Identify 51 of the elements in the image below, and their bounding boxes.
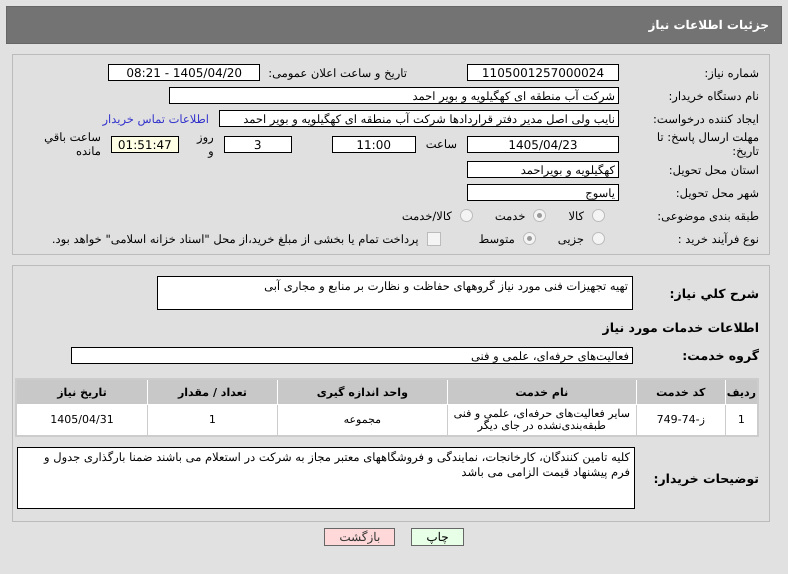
checkbox[interactable] xyxy=(426,232,441,246)
remaining-label: ساعت باقي مانده xyxy=(43,130,101,158)
radio-button[interactable] xyxy=(460,209,473,222)
radio-label: خدمت xyxy=(494,208,526,222)
radio-label: کالا xyxy=(568,208,584,222)
creator-field: نایب ولی اصل مدیر دفتر قراردادها شرکت آب منطقه ای کهگیلویه و بویر احمد xyxy=(219,110,619,127)
radio-label: جزیی xyxy=(558,232,584,246)
need-number-field: 1105001257000024 xyxy=(467,64,619,81)
province-field: کهگیلویه و بویراحمد xyxy=(467,161,619,178)
field-label: مهلت ارسال پاسخ: تا تاریخ: xyxy=(656,130,760,158)
radio-button[interactable] xyxy=(533,209,546,222)
description-field: تهیه تجهیزات فنی مورد نیاز گروههای حفاظت و نظارت بر منابع و مجاری آبی xyxy=(157,276,633,310)
deadline-date-field: 1405/04/23 xyxy=(467,136,619,152)
days-field: 3 xyxy=(224,136,292,152)
field-label: طبقه بندی موضوعی: xyxy=(656,208,760,222)
checkbox-label: پرداخت تمام یا بخشی از مبلغ خرید،از محل "اسناد خزانه اسلامی" خواهد بود. xyxy=(52,232,419,246)
column-header: تعداد / مقدار xyxy=(148,379,278,404)
announce-date-field: 1405/04/20 - 08:21 xyxy=(108,64,260,81)
deadline-time-field: 11:00 xyxy=(332,136,416,152)
print-button[interactable]: چاپ xyxy=(411,528,464,546)
field-label: توضیحات خریدار: xyxy=(652,470,760,486)
column-header: کد خدمت xyxy=(636,379,726,404)
time-label: ساعت xyxy=(426,137,457,151)
section-title: اطلاعات خدمات مورد نیاز xyxy=(602,320,760,335)
buyer-field: شرکت آب منطقه ای کهگیلویه و بویر احمد xyxy=(169,87,619,104)
radio-label: کالا/خدمت xyxy=(402,208,452,222)
field-label: گروه خدمت: xyxy=(681,348,760,363)
page-title: جزئیات اطلاعات نیاز xyxy=(648,18,769,32)
city-field: یاسوج xyxy=(467,184,619,201)
buyer-contact-link[interactable]: اطلاعات تماس خریدار xyxy=(102,112,209,126)
radio-button[interactable] xyxy=(522,232,536,245)
field-label: استان محل تحویل: xyxy=(668,162,760,176)
field-label: شرح کلي نیاز: xyxy=(668,286,760,300)
service-group-field: فعالیت‌های حرفه‌ای، علمی و فنی xyxy=(71,347,633,364)
back-button[interactable]: بازگشت xyxy=(324,528,396,546)
field-label: نام دستگاه خریدار: xyxy=(667,88,760,102)
column-header: ردیف xyxy=(725,379,758,404)
radio-button[interactable] xyxy=(592,232,605,245)
column-header: واحد اندازه گیری xyxy=(277,379,448,404)
remaining-time-field: 01:51:47 xyxy=(110,136,179,152)
notes-field: کلیه تامین کنندگان، کارخانجات، نمایندگی و فروشگاههای معتبر مجاز به شرکت در استعلام می باشند ضمنا بارگذاری جدول و فرم پیشنهاد قیمت الزامی می باشد xyxy=(17,447,635,509)
radio-button[interactable] xyxy=(592,209,605,222)
radio-label: متوسط xyxy=(478,232,515,246)
column-header: تاریخ نیاز xyxy=(16,379,148,404)
field-label: شماره نیاز: xyxy=(703,66,760,80)
column-header: نام خدمت xyxy=(447,379,636,404)
field-label: ایجاد کننده درخواست: xyxy=(652,112,760,126)
field-label: شهر محل تحویل: xyxy=(674,186,760,200)
field-label: تاریخ و ساعت اعلان عمومی: xyxy=(268,66,407,80)
days-label: روز و xyxy=(196,130,214,158)
field-label: نوع فرآیند خرید : xyxy=(676,232,760,246)
